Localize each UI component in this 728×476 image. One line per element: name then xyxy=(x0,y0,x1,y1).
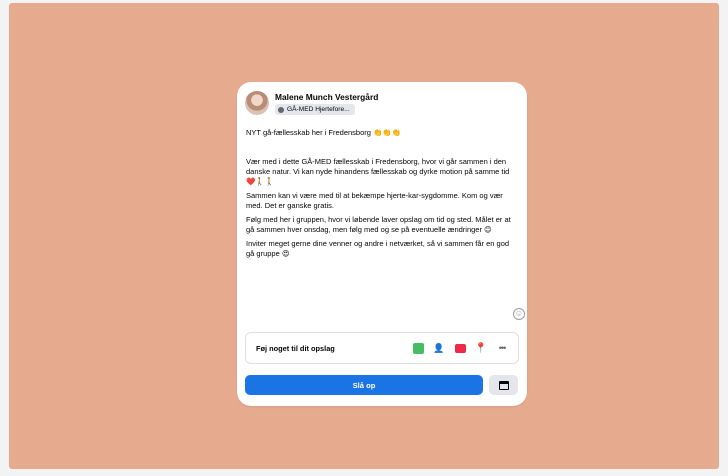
post-paragraph: Vær med i dette GÅ-MED fællesskab i Fred… xyxy=(246,157,510,186)
live-video-icon xyxy=(454,343,466,353)
audience-selector[interactable]: GÅ-MED Hjertefore... xyxy=(275,104,355,115)
post-paragraph: Sammen kan vi være med til at bekæmpe hj… xyxy=(246,191,503,210)
post-button[interactable]: Slå op xyxy=(245,375,483,395)
check-in-button[interactable]: 📍 xyxy=(474,341,488,355)
composer-header: Malene Munch Vestergård GÅ-MED Hjertefor… xyxy=(245,91,519,121)
author-name: Malene Munch Vestergård xyxy=(275,92,379,102)
avatar[interactable] xyxy=(245,91,269,115)
post-text-area[interactable]: NYT gå-fællesskab her i Fredensborg 👏👏👏 … xyxy=(246,128,518,259)
emoji-icon[interactable]: ☺ xyxy=(513,308,525,320)
photo-video-icon xyxy=(412,342,424,354)
more-icon: ••• xyxy=(498,343,507,353)
calendar-icon xyxy=(498,380,509,390)
schedule-button[interactable] xyxy=(489,375,518,395)
post-paragraph: Inviter meget gerne dine venner og andre… xyxy=(246,239,510,258)
add-to-post-bar: Føj noget til dit opslag 👤 📍 ••• xyxy=(245,332,519,364)
add-to-post-tools: 👤 📍 ••• xyxy=(411,341,509,355)
add-to-post-label: Føj noget til dit opslag xyxy=(256,344,335,353)
post-paragraph: NYT gå-fællesskab her i Fredensborg 👏👏👏 xyxy=(246,128,402,137)
post-composer-card: Malene Munch Vestergård GÅ-MED Hjertefor… xyxy=(237,82,527,406)
post-paragraph xyxy=(246,141,518,157)
tag-people-button[interactable]: 👤 xyxy=(432,341,446,355)
photo-video-button[interactable] xyxy=(411,341,425,355)
more-options-button[interactable]: ••• xyxy=(495,341,509,355)
tag-people-icon: 👤 xyxy=(433,342,445,353)
post-paragraph: Følg med her i gruppen, hvor vi løbende … xyxy=(246,215,511,234)
audience-label: GÅ-MED Hjertefore... xyxy=(287,106,350,113)
live-video-button[interactable] xyxy=(453,341,467,355)
background-canvas: Malene Munch Vestergård GÅ-MED Hjertefor… xyxy=(9,3,719,469)
check-in-icon: 📍 xyxy=(474,342,488,354)
group-icon xyxy=(278,106,284,113)
